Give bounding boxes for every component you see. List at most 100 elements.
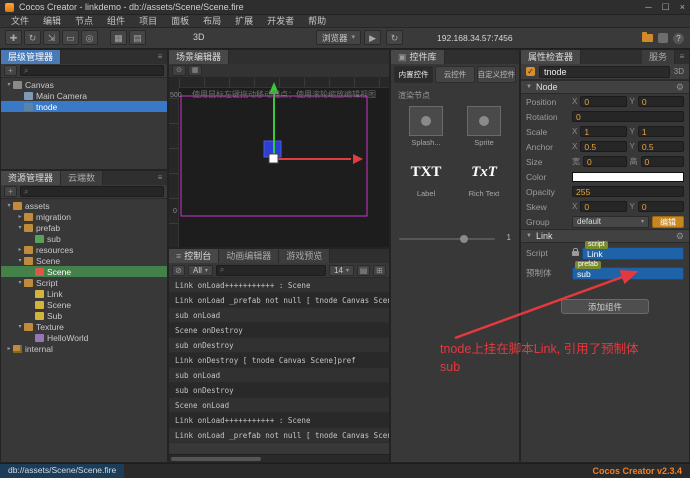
console-settings-icon[interactable]: ⊞ <box>373 264 386 276</box>
expand-arrow-icon[interactable]: ▸ <box>5 345 13 352</box>
close-button[interactable]: × <box>680 2 685 13</box>
node-active-checkbox[interactable]: ✓ <box>526 67 535 76</box>
tab-console[interactable]: ≡ 控制台 <box>169 249 220 263</box>
console-log-line[interactable]: sub onLoad <box>169 308 389 323</box>
coordinate-toggle-button[interactable]: ▤ <box>129 30 146 45</box>
console-log-line[interactable]: Link onLoad _prefab not null [ tnode Can… <box>169 428 389 443</box>
clear-logs-icon[interactable]: ⊘ <box>172 264 185 276</box>
console-log-line[interactable]: Scene onDestroy <box>169 323 389 338</box>
widget-item-sprite[interactable]: Sprite <box>457 106 511 147</box>
size-value-field[interactable]: 0 <box>583 156 627 167</box>
anchor-handle[interactable] <box>268 153 279 164</box>
widget-item-rich-text[interactable]: TxT Rich Text <box>457 157 511 199</box>
rotation-value-field[interactable]: 0 <box>572 111 684 122</box>
menu-item-文件[interactable]: 文件 <box>4 15 36 28</box>
node-3d-badge[interactable]: 3D <box>674 67 684 76</box>
tab-game-preview[interactable]: 游戏预览 <box>279 249 331 263</box>
scene-gizmo[interactable] <box>169 78 389 248</box>
console-log-line[interactable]: Link onLoad+++++++++++ : Scene <box>169 413 389 428</box>
panel-menu-icon[interactable]: ≡ <box>675 50 689 64</box>
console-log-line[interactable]: sub onDestroy <box>169 383 389 398</box>
menu-item-开发者[interactable]: 开发者 <box>260 15 301 28</box>
minimize-button[interactable]: ─ <box>645 2 651 13</box>
asset-item-helloworld[interactable]: HelloWorld <box>1 332 167 343</box>
console-log-line[interactable]: sub onDestroy <box>169 338 389 353</box>
expand-arrow-icon[interactable]: ▾ <box>5 202 13 209</box>
position-value-field[interactable]: 0 <box>580 96 627 107</box>
help-icon[interactable]: ? <box>673 32 684 44</box>
play-button[interactable]: ▶ <box>364 30 382 45</box>
position-value-field[interactable]: 0 <box>637 96 684 107</box>
rotate-tool-button[interactable]: ↻ <box>24 30 41 45</box>
anchor-value-field[interactable]: 0.5 <box>580 141 627 152</box>
asset-item-prefab[interactable]: ▾ prefab <box>1 222 167 233</box>
console-log-line[interactable]: sub onLoad <box>169 368 389 383</box>
collapse-logs-icon[interactable]: ▤ <box>357 264 370 276</box>
menu-item-扩展[interactable]: 扩展 <box>228 15 260 28</box>
hierarchy-node-main-camera[interactable]: Main Camera <box>1 90 167 101</box>
menu-item-编辑[interactable]: 编辑 <box>36 15 68 28</box>
tab-hierarchy[interactable]: 层级管理器 <box>1 50 62 64</box>
prefab-reference-field[interactable]: prefab sub <box>572 260 684 280</box>
gear-icon[interactable]: ⚙ <box>676 82 684 93</box>
scrollbar-thumb[interactable] <box>171 457 261 461</box>
maximize-button[interactable]: ☐ <box>662 2 670 13</box>
menu-item-帮助[interactable]: 帮助 <box>301 15 333 28</box>
preview-target-select[interactable]: 浏览器 ▾ <box>316 30 362 45</box>
panel-menu-icon[interactable]: ≡ <box>153 50 167 64</box>
menu-item-布局[interactable]: 布局 <box>196 15 228 28</box>
group-dropdown[interactable]: default ▾ <box>572 215 649 228</box>
font-size-select[interactable]: 14 ▾ <box>329 264 354 276</box>
opacity-value-field[interactable]: 255 <box>572 186 684 197</box>
console-log-line[interactable]: Link onLoad+++++++++++ : Scene <box>169 278 389 293</box>
widget-item-splash-[interactable]: Splash... <box>399 106 453 147</box>
hierarchy-search-input[interactable]: ⌕ <box>20 65 164 76</box>
widget-tab-云控件[interactable]: 云控件 <box>435 66 475 83</box>
slider-handle[interactable] <box>460 235 469 243</box>
tab-services[interactable]: 服务 <box>641 50 675 64</box>
asset-item-assets[interactable]: ▾ assets <box>1 200 167 211</box>
menu-item-节点[interactable]: 节点 <box>68 15 100 28</box>
console-log-line[interactable]: Scene onLoad <box>169 398 389 413</box>
console-log-line[interactable]: Link onDestroy [ tnode Canvas Scene]pref <box>169 353 389 368</box>
asset-item-migration[interactable]: ▸ migration <box>1 211 167 222</box>
expand-arrow-icon[interactable]: ▾ <box>16 323 24 330</box>
assets-search-input[interactable]: ⌕ <box>20 186 164 197</box>
asset-item-script[interactable]: ▾ Script <box>1 277 167 288</box>
console-search-input[interactable]: ⌕ <box>215 264 327 276</box>
panel-menu-icon[interactable]: ≡ <box>153 171 167 185</box>
anchor-value-field[interactable]: 0.5 <box>637 141 684 152</box>
color-swatch[interactable] <box>572 171 684 182</box>
menu-item-面板[interactable]: 面板 <box>164 15 196 28</box>
node-name-input[interactable]: tnode <box>539 65 670 78</box>
widget-item-label[interactable]: TXT Label <box>399 157 453 199</box>
anchor-tool-button[interactable]: ◎ <box>81 30 98 45</box>
widget-tab-内置控件[interactable]: 内置控件 <box>394 66 434 83</box>
asset-item-internal[interactable]: ▸ internal <box>1 343 167 354</box>
expand-arrow-icon[interactable]: ▾ <box>16 279 24 286</box>
node-section-header[interactable]: ▼ Node ⚙ <box>521 80 689 94</box>
skew-value-field[interactable]: 0 <box>637 201 684 212</box>
hierarchy-node-canvas[interactable]: ▾ Canvas <box>1 79 167 90</box>
asset-item-sub[interactable]: Sub <box>1 310 167 321</box>
pivot-toggle-button[interactable]: ▦ <box>110 30 127 45</box>
tab-animation-editor[interactable]: 动画编辑器 <box>219 249 280 263</box>
asset-item-texture[interactable]: ▾ Texture <box>1 321 167 332</box>
add-component-button[interactable]: 添加组件 <box>561 299 649 314</box>
console-log-line[interactable]: Link onLoad _prefab not null [ tnode Can… <box>169 293 389 308</box>
tab-cloud[interactable]: 云端数 <box>61 171 104 185</box>
asset-item-link[interactable]: Link <box>1 288 167 299</box>
expand-arrow-icon[interactable]: ▾ <box>16 257 24 264</box>
menu-item-组件[interactable]: 组件 <box>100 15 132 28</box>
tab-scene-editor[interactable]: 场景编辑器 <box>169 50 230 64</box>
grid-icon[interactable]: ▦ <box>188 65 202 76</box>
create-asset-button[interactable]: + <box>4 186 17 197</box>
tab-inspector[interactable]: 属性检查器 <box>521 50 582 64</box>
asset-item-sub[interactable]: sub <box>1 233 167 244</box>
rect-tool-button[interactable]: ▭ <box>62 30 79 45</box>
gear-icon[interactable]: ⚙ <box>676 231 684 242</box>
console-horizontal-scrollbar[interactable] <box>169 454 389 462</box>
refresh-preview-button[interactable]: ↻ <box>386 30 404 45</box>
tab-widget-library[interactable]: ▣ 控件库 <box>391 50 445 64</box>
widget-zoom-slider[interactable] <box>399 235 495 243</box>
